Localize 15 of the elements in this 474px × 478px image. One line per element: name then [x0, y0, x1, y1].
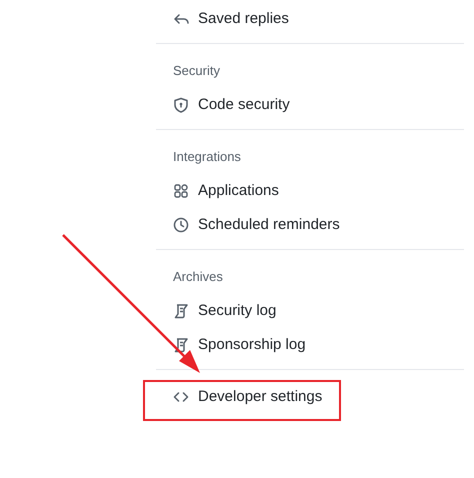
nav-item[interactable]: Code security [156, 88, 298, 122]
scroll-icon [173, 303, 189, 319]
grid-icon [173, 183, 189, 199]
section-heading: Archives [172, 268, 224, 286]
scroll-icon [173, 337, 189, 353]
section-heading: Security [172, 62, 221, 80]
nav-item[interactable]: Security log [156, 294, 284, 328]
shield-icon [173, 97, 189, 113]
section-heading: Integrations [172, 148, 242, 166]
clock-icon [173, 217, 189, 233]
nav-item[interactable]: Applications [156, 174, 287, 208]
nav-item[interactable]: Saved replies [156, 2, 297, 36]
nav-item[interactable]: Scheduled reminders [156, 208, 348, 242]
nav-item[interactable]: Developer settings [156, 380, 330, 414]
nav-item[interactable]: Sponsorship log [156, 328, 314, 362]
